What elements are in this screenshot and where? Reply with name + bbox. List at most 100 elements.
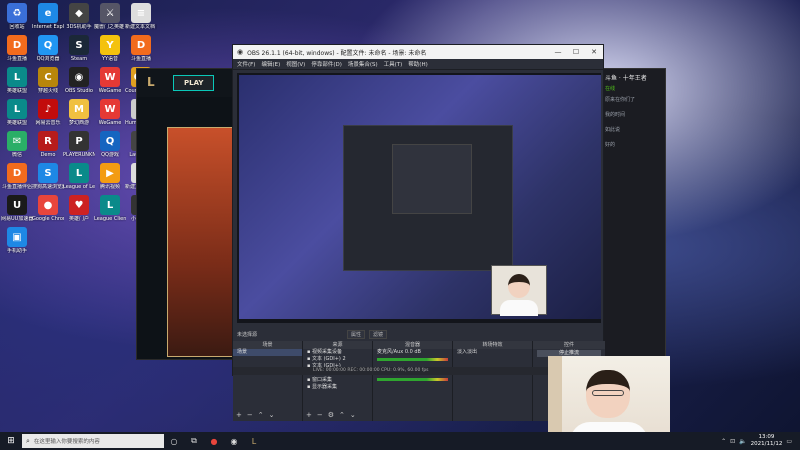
start-button[interactable]: ⊞ [0,436,22,446]
desktop-icon[interactable]: ●Google Chrome [32,195,64,222]
desktop-icon[interactable]: ◆ 3DS机助手 [63,3,95,30]
chevron-up-icon[interactable]: ⌃ [721,438,726,445]
chrome-icon[interactable]: ● [204,437,224,446]
desktop-icon[interactable]: LLeague of Legends [63,163,95,190]
desktop-icon[interactable]: L 英雄联盟 [1,99,33,126]
lol-client-window[interactable]: L PLAY [136,68,240,360]
desktop-icon[interactable]: Q QQ浏览器 [32,35,64,62]
desktop-icon[interactable]: PPLAYERUNKNOWN'S BATTLEGR [63,131,95,158]
source-item[interactable]: ▪ 文本 (GDI+) 2 [303,356,372,363]
menu-item[interactable]: 编辑(E) [261,60,280,68]
chat-title: 斗鱼 · 十年王者 [605,75,647,82]
douyu-icon: D [7,163,27,183]
desktop-icon[interactable]: ♥ 英雄门户 [63,195,95,222]
desktop-icon[interactable]: L 英雄联盟 [1,67,33,94]
remove-icon[interactable]: − [247,411,253,419]
down-icon[interactable]: ⌄ [269,411,275,419]
network-icon[interactable]: ⊡ [730,438,735,445]
desktop-icon[interactable]: eInternet Explorer [32,3,64,30]
source-item[interactable]: ▪ 窗口采集 [303,377,372,384]
mixer-spacer [373,381,452,389]
desktop-icon[interactable]: S 搜狗高速浏览器 [32,163,64,190]
obs-menubar: 文件(F) 编辑(E) 视图(V) 停靠部件(D) 场景集合(S) 工具(T) 帮助(H) [233,59,603,70]
desktop-icon[interactable]: S Steam [63,35,95,62]
desktop-icon[interactable]: M 梦幻西游 [63,99,95,126]
desktop-icon[interactable]: ◉ OBS Studio [63,67,95,94]
lol-icon: L [69,163,89,183]
close-button[interactable]: ✕ [585,48,603,56]
desktop-icon[interactable]: D 斗鱼直播伴侣 [1,163,33,190]
obs-preview[interactable] [237,73,601,323]
desktop-icon[interactable]: L League Client [94,195,126,222]
scene-item[interactable]: 场景 [233,349,302,356]
desktop-icon-label: 英雄联盟 [6,120,27,126]
desktop-icon[interactable]: ▣ 手机助手 [1,227,33,254]
desktop-icon[interactable]: R Demo [32,131,64,158]
lol-icon[interactable]: L [244,437,264,446]
desktop-icon[interactable]: W WeGame [94,67,126,94]
taskbar-search[interactable]: ⌕ 在这里输入你要搜索的内容 [22,434,164,448]
notification-icon[interactable]: ▭ [786,438,792,445]
filters-button[interactable]: 滤镜 [369,329,388,339]
task-view-icon[interactable]: ⧉ [184,436,204,446]
desktop-icon[interactable]: ♪ 网易云音乐 [32,99,64,126]
gear-icon[interactable]: ⚙ [328,411,334,419]
sources-toolbar: + − ⚙ ⌃ ⌄ [306,411,356,419]
desktop-icon-label: 腾讯视频 [99,184,120,190]
douyu-icon: D [7,35,27,55]
desktop-icon[interactable]: Y YY语音 [94,35,126,62]
ie-icon: e [38,3,58,23]
clock[interactable]: 13:09 2021/11/12 [751,434,783,448]
menu-item[interactable]: 文件(F) [237,60,255,68]
properties-button[interactable]: 属性 [347,329,366,339]
desktop-icon[interactable]: ⚔魔兽门之英雄 (32位) [94,3,126,30]
desktop-icon-label: 3DS机助手 [66,24,92,30]
up-icon[interactable]: ⌃ [258,411,264,419]
desktop-icon-label: League Client [94,216,126,222]
desktop-icon[interactable]: U 网易UU加速器 [1,195,33,222]
desktop-icon[interactable]: D 斗鱼直播 [125,35,157,62]
desktop-icon[interactable]: C 穿越火线 [32,67,64,94]
source-item[interactable]: ▪ 视频采集设备 [303,349,372,356]
desktop-icon[interactable]: Q QQ游戏 [94,131,126,158]
desktop-icon-label: Internet Explorer [32,24,64,30]
obs-icon[interactable]: ◉ [224,437,244,446]
desktop-icon-label: 新建文本文档 (2) [125,24,157,30]
add-icon[interactable]: + [306,411,312,419]
pubg-icon: P [69,131,89,151]
desktop-icon[interactable]: D 斗鱼直播 [1,35,33,62]
lol-top-bar: L PLAY [137,69,239,97]
wegame-icon: W [100,67,120,87]
clock-time: 13:09 [758,434,775,440]
volume-icon[interactable]: 🔈 [739,438,746,445]
netease-music-icon: ♪ [38,99,58,119]
cf-icon: C [38,67,58,87]
menu-item[interactable]: 场景集合(S) [348,60,378,68]
remove-icon[interactable]: − [317,411,323,419]
desktop-icon[interactable]: W WeGame [94,99,126,126]
desktop-icon[interactable]: ♻ 回收站 [1,3,33,30]
transitions-dock: 转场特效 淡入淡出 [453,341,533,421]
desktop-icon-label: PLAYERUNKNOWN'S BATTLEGR [63,152,95,158]
desktop-icon[interactable]: ▶ 腾讯视频 [94,163,126,190]
source-item[interactable]: ▪ 显示器采集 [303,384,372,391]
add-icon[interactable]: + [236,411,242,419]
task-view-icon[interactable]: ○ [164,437,184,446]
transition-select[interactable]: 淡入淡出 [453,349,532,356]
chat-window[interactable]: 斗鱼 · 十年王者 在线 原来在你们了 我的时间 如此说 好的 [600,68,666,368]
minimize-button[interactable]: — [549,48,567,56]
desktop-icon-label: 斗鱼直播伴侣 [1,184,32,190]
desktop-icon[interactable]: ✉ 微信 [1,131,33,158]
obs-window[interactable]: ◉ OBS 26.1.1 (64-bit, windows) - 配置文件: 未… [232,44,605,421]
menu-item[interactable]: 停靠部件(D) [311,60,342,68]
up-icon[interactable]: ⌃ [339,411,345,419]
desktop-icon[interactable]: ≡新建文本文档 (2) [125,3,157,30]
down-icon[interactable]: ⌄ [350,411,356,419]
menu-item[interactable]: 视图(V) [286,60,305,68]
chat-line: 我的时间 [605,112,626,118]
menu-item[interactable]: 工具(T) [384,60,403,68]
menu-item[interactable]: 帮助(H) [408,60,427,68]
desktop-icon-label: 微信 [11,152,22,158]
maximize-button[interactable]: ☐ [567,48,585,56]
play-button[interactable]: PLAY [173,75,215,91]
